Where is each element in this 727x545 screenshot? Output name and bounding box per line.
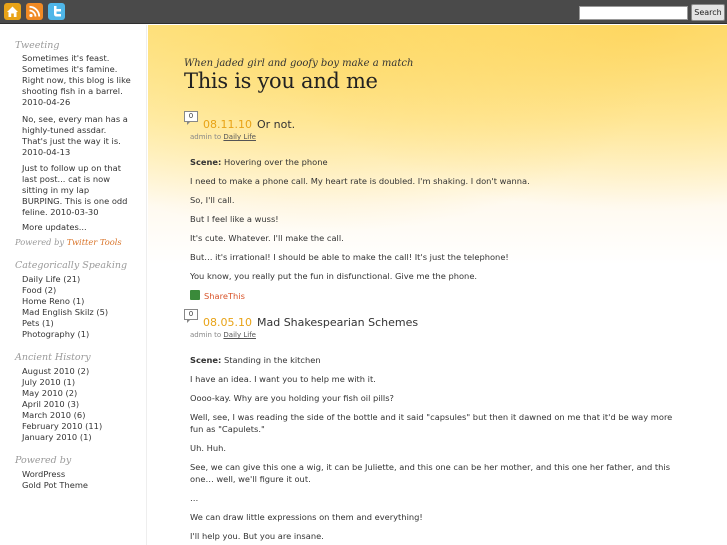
powered-prefix: Powered by (15, 237, 65, 247)
scene-text: Standing in the kitchen (221, 355, 321, 365)
post: 0 08.11.10 Or not. admin to Daily Life Sc… (184, 111, 724, 311)
main-content: When jaded girl and goofy boy make a mat… (148, 25, 727, 545)
archive-item[interactable]: March 2010 (6) (22, 410, 102, 421)
tweet-line: Sometimes it's famine. (22, 64, 118, 74)
post-paragraph: See, we can give this one a wig, it can … (190, 462, 671, 472)
archive-item[interactable]: May 2010 (2) (22, 388, 102, 399)
post-paragraph: Scene: Standing in the kitchen (190, 354, 718, 366)
post-author: admin to (190, 133, 222, 141)
site-tagline: When jaded girl and goofy boy make a mat… (184, 58, 414, 69)
post-paragraph: fun as "Capulets." (190, 424, 265, 434)
powered-by-heading: Powered by (15, 455, 72, 466)
comment-count-badge[interactable]: 0 (184, 309, 198, 323)
post-category-link[interactable]: Daily Life (223, 331, 256, 339)
post-meta: admin to Daily Life (190, 133, 256, 141)
archive-item[interactable]: February 2010 (11) (22, 421, 102, 432)
category-item[interactable]: Photography (1) (22, 329, 108, 340)
sharethis-label: ShareThis (204, 291, 245, 301)
search-button[interactable]: Search (691, 4, 725, 21)
sidebar: Tweeting Sometimes it's feast. Sometimes… (0, 25, 147, 545)
post-paragraph: I have an idea. I want you to help me wi… (190, 374, 376, 384)
tweet-line: Right now, this blog is like (22, 75, 131, 85)
tweet-line: BURPING. This is one odd (22, 196, 128, 206)
post-paragraph: … (190, 493, 199, 503)
tweet-line: sitting in my lap (22, 185, 90, 195)
post-meta: admin to Daily Life (190, 331, 256, 339)
post-paragraph: But I feel like a wuss! (190, 214, 279, 224)
post-title-link[interactable]: Mad Shakespearian Schemes (257, 316, 418, 329)
archives-heading: Ancient History (15, 352, 91, 363)
share-icon (190, 290, 200, 300)
archive-list: August 2010 (2) July 2010 (1) May 2010 (… (22, 366, 102, 443)
post-paragraph: We can draw little expressions on them a… (190, 512, 423, 522)
search-input[interactable] (579, 6, 688, 20)
post-paragraph: Uh. Huh. (190, 443, 226, 453)
tweet-item: No, see, every man has a highly-tuned as… (22, 114, 140, 158)
powered-by-twitter-tools: Powered by Twitter Tools (15, 237, 122, 247)
site-title[interactable]: This is you and me (184, 69, 378, 93)
category-item[interactable]: Daily Life (21) (22, 274, 108, 285)
post-title-link[interactable]: Or not. (257, 118, 295, 131)
rss-icon[interactable] (26, 3, 43, 20)
tweet-line: shooting fish in a barrel. (22, 86, 123, 96)
post-heading: 08.05.10 Mad Shakespearian Schemes (203, 316, 418, 329)
twitter-icon[interactable] (48, 3, 65, 20)
tweet-line: last post... cat is now (22, 174, 110, 184)
post-paragraph: one… well, we'll figure it out. (190, 474, 311, 484)
scene-text: Hovering over the phone (221, 157, 328, 167)
tweet-date-link[interactable]: feline. 2010-03-30 (22, 207, 140, 218)
post-date: 08.05.10 (203, 316, 252, 329)
post-author: admin to (190, 331, 222, 339)
tweet-date-link[interactable]: 2010-04-13 (22, 147, 140, 158)
tweet-item: Sometimes it's feast. Sometimes it's fam… (22, 53, 140, 108)
powered-by-list: WordPress Gold Pot Theme (22, 469, 88, 491)
comment-count-badge[interactable]: 0 (184, 111, 198, 125)
tweet-line: Just to follow up on that (22, 163, 121, 173)
sharethis-link[interactable]: ShareThis (190, 290, 245, 301)
tweet-line: That's just the way it is. (22, 136, 121, 146)
wordpress-link[interactable]: WordPress (22, 469, 88, 480)
post-paragraph: Scene: Hovering over the phone (190, 156, 718, 168)
scene-label: Scene: (190, 157, 222, 167)
theme-link[interactable]: Gold Pot Theme (22, 480, 88, 491)
tweet-line: highly-tuned assdar. (22, 125, 107, 135)
tweet-line: Sometimes it's feast. (22, 53, 110, 63)
post-paragraph: But… it's irrational! I should be able t… (190, 252, 509, 262)
category-item[interactable]: Home Reno (1) (22, 296, 108, 307)
twitter-tools-link[interactable]: Twitter Tools (67, 237, 122, 247)
archive-item[interactable]: August 2010 (2) (22, 366, 102, 377)
post-date: 08.11.10 (203, 118, 252, 131)
tweeting-heading: Tweeting (15, 40, 60, 51)
post-paragraph: So, I'll call. (190, 195, 235, 205)
post: 0 08.05.10 Mad Shakespearian Schemes admi… (184, 309, 724, 545)
post-paragraph: I'll help you. But you are insane. (190, 531, 324, 541)
post-paragraph: Oooo-kay. Why are you holding your fish … (190, 393, 394, 403)
post-paragraph: You know, you really put the fun in disf… (190, 271, 478, 281)
home-icon[interactable] (4, 3, 21, 20)
archive-item[interactable]: January 2010 (1) (22, 432, 102, 443)
category-item[interactable]: Pets (1) (22, 318, 108, 329)
categories-heading: Categorically Speaking (15, 260, 128, 271)
post-paragraph: It's cute. Whatever. I'll make the call. (190, 233, 344, 243)
post-category-link[interactable]: Daily Life (223, 133, 256, 141)
post-heading: 08.11.10 Or not. (203, 118, 295, 131)
tweet-item: Just to follow up on that last post... c… (22, 163, 140, 218)
post-paragraph: Well, see, I was reading the side of the… (190, 412, 673, 422)
more-updates-link[interactable]: More updates... (22, 222, 140, 233)
post-paragraph: I need to make a phone call. My heart ra… (190, 176, 530, 186)
category-item[interactable]: Mad English Skilz (5) (22, 307, 108, 318)
top-toolbar: Search (0, 0, 727, 24)
category-list: Daily Life (21) Food (2) Home Reno (1) M… (22, 274, 108, 340)
category-item[interactable]: Food (2) (22, 285, 108, 296)
archive-item[interactable]: April 2010 (3) (22, 399, 102, 410)
archive-item[interactable]: July 2010 (1) (22, 377, 102, 388)
scene-label: Scene: (190, 355, 222, 365)
tweet-date-link[interactable]: 2010-04-26 (22, 97, 140, 108)
tweet-line: No, see, every man has a (22, 114, 128, 124)
